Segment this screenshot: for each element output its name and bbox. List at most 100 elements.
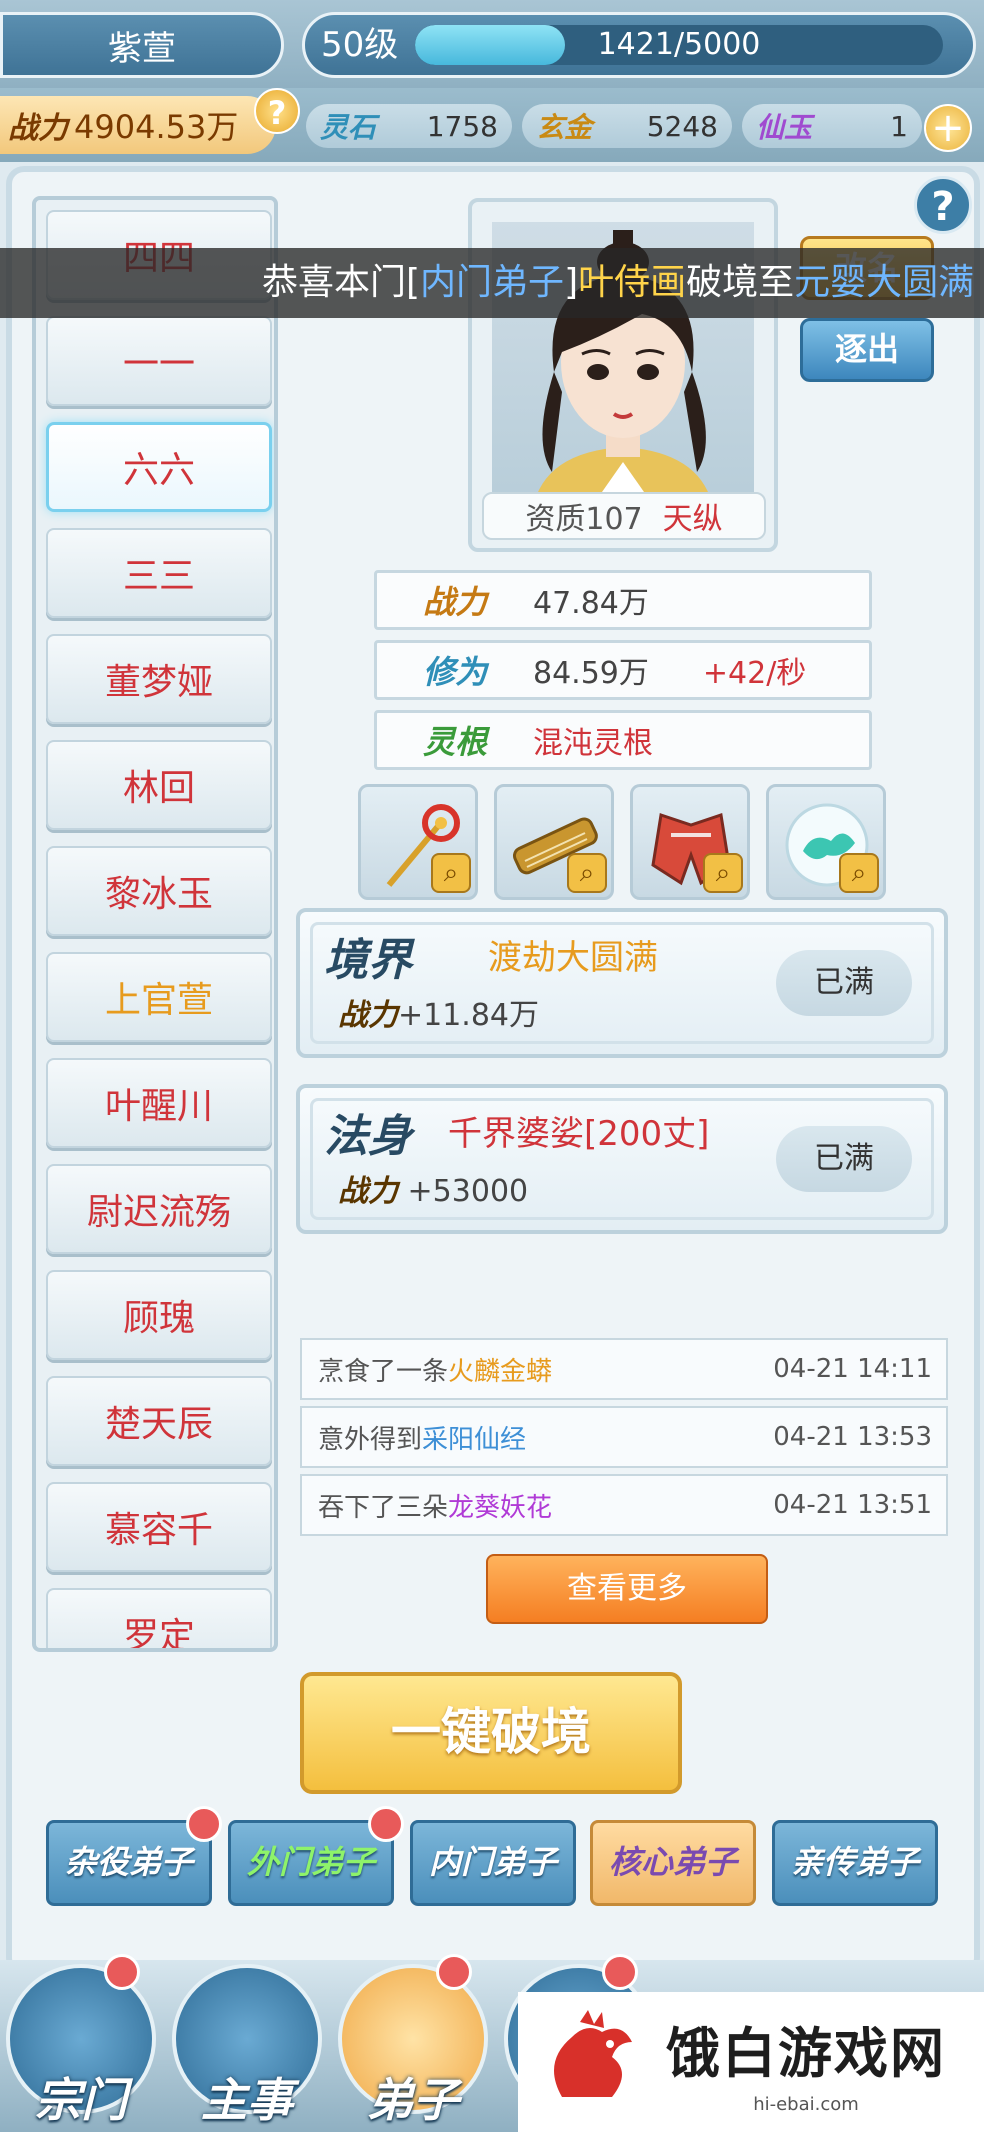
body-power: 战力 +53000 [338, 1166, 528, 1210]
notice-rank: 内门弟子 [420, 262, 565, 303]
nav-affairs-label: 主事 [201, 2073, 293, 2127]
help-icon[interactable]: ? [914, 176, 972, 234]
equip-slot-weapon[interactable]: ⌕ [358, 784, 478, 900]
body-value: 千界婆娑[200丈] [448, 1114, 710, 1154]
breakthrough-button[interactable]: 一键破境 [300, 1672, 682, 1794]
notice-realm: 元婴大圆满 [794, 262, 975, 303]
equip-slot-robe[interactable]: ⌕ [630, 784, 750, 900]
talent-badge: 天纵 [662, 502, 723, 537]
lingshi-resource: 灵石 1758 [306, 104, 512, 148]
nav-sect-notification-dot [104, 1954, 140, 1990]
disciple-list-item[interactable]: 叶醒川 [46, 1058, 272, 1148]
event-log-prefix: 意外得到 [318, 1424, 423, 1455]
player-name[interactable]: 紫萱 [0, 12, 284, 78]
event-log-item: 龙葵妖花 [448, 1492, 553, 1523]
tab-personal[interactable]: 亲传弟子 [772, 1820, 938, 1906]
power-value: 4904.53万 [74, 108, 239, 146]
stat-cultivation-value: 84.59万 [533, 656, 649, 691]
tab-outer[interactable]: 外门弟子 [228, 1820, 394, 1906]
tab-core[interactable]: 核心弟子 [590, 1820, 756, 1906]
tab-inner[interactable]: 内门弟子 [410, 1820, 576, 1906]
disciple-list-item[interactable]: 董梦娅 [46, 634, 272, 724]
lingshi-value: 1758 [426, 109, 498, 143]
body-full-button[interactable]: 已满 [776, 1126, 912, 1192]
notice-action: 破境至 [686, 262, 795, 303]
disciple-list-item[interactable]: 三三 [46, 528, 272, 618]
disciple-list-item[interactable]: 慕容千 [46, 1482, 272, 1572]
event-log-time: 04-21 13:53 [773, 1422, 932, 1452]
site-watermark: 饿白游戏网 hi-ebai.com [518, 1992, 984, 2132]
xuanjin-value: 5248 [646, 109, 718, 143]
nav-disciples-notification-dot [436, 1954, 472, 1990]
aptitude-value: 资质107 [525, 502, 643, 537]
realm-card: 境界 渡劫大圆满 战力+11.84万 已满 [296, 908, 948, 1058]
disciple-list-item[interactable]: 上官萱 [46, 952, 272, 1042]
disciple-list-item[interactable]: 黎冰玉 [46, 846, 272, 936]
stat-root: 灵根 混沌灵根 [374, 710, 872, 770]
disciple-list-item[interactable]: 尉迟流殇 [46, 1164, 272, 1254]
dharma-body-card: 法身 千界婆娑[200丈] 战力 +53000 已满 [296, 1084, 948, 1234]
tab-servant[interactable]: 杂役弟子 [46, 1820, 212, 1906]
event-log-item: 火麟金蟒 [448, 1356, 553, 1387]
watermark-brand: 饿白游戏网 [666, 2022, 946, 2085]
stat-cultivation-rate: +42/秒 [702, 656, 807, 691]
event-log-row: 吞下了三朵龙葵妖花 04-21 13:51 [300, 1474, 948, 1536]
equip-slot-instrument[interactable]: ⌕ [494, 784, 614, 900]
rooster-logo-icon [554, 2010, 632, 2097]
magnifier-icon: ⌕ [703, 853, 743, 893]
disciple-list-item[interactable]: 林回 [46, 740, 272, 830]
event-log-time: 04-21 14:11 [773, 1354, 932, 1384]
total-power: 战力 4904.53万 [0, 96, 276, 154]
realm-full-button[interactable]: 已满 [776, 950, 912, 1016]
stat-power-label: 战力 [422, 583, 487, 621]
add-currency-button[interactable]: + [924, 104, 972, 152]
stat-root-label: 灵根 [422, 723, 487, 761]
watermark-url: hi-ebai.com [753, 2094, 859, 2115]
stat-cultivation: 修为 84.59万 +42/秒 [374, 640, 872, 700]
equip-slot-orb[interactable]: ⌕ [766, 784, 886, 900]
magnifier-icon: ⌕ [431, 853, 471, 893]
stat-cultivation-label: 修为 [422, 653, 487, 691]
disciple-list-item[interactable]: 楚天辰 [46, 1376, 272, 1466]
power-help-icon[interactable]: ? [254, 88, 300, 134]
event-log-text: 吞下了三朵龙葵妖花 [318, 1487, 552, 1524]
xuanjin-label: 玄金 [536, 111, 593, 144]
notice-mid: ] [564, 262, 579, 303]
xuanjin-resource: 玄金 5248 [522, 104, 732, 148]
event-log-prefix: 烹食了一条 [318, 1356, 449, 1387]
body-title: 法身 [324, 1111, 412, 1162]
body-power-value: +53000 [407, 1174, 529, 1209]
disciple-list-item[interactable]: 一一 [46, 316, 272, 406]
announcement-banner: 恭喜本门[内门弟子]叶侍画破境至元婴大圆满 [0, 248, 984, 318]
stat-root-value: 混沌灵根 [533, 726, 653, 761]
disciple-list-item[interactable]: 六六 [46, 422, 272, 512]
exp-progress-bar: 1421/5000 [415, 25, 943, 65]
nav-disciples-label: 弟子 [367, 2073, 459, 2127]
disciple-list-item[interactable]: 顾瑰 [46, 1270, 272, 1360]
realm-power-label: 战力 [338, 998, 398, 1033]
magnifier-icon: ⌕ [567, 853, 607, 893]
expel-button[interactable]: 逐出 [800, 318, 934, 382]
realm-power-value: +11.84万 [398, 998, 540, 1033]
stat-power-value: 47.84万 [533, 586, 649, 621]
event-log-prefix: 吞下了三朵 [318, 1492, 449, 1523]
event-log-text: 意外得到采阳仙经 [318, 1419, 526, 1456]
realm-title: 境界 [324, 935, 412, 986]
disciple-list[interactable]: 四四一一六六三三董梦娅林回黎冰玉上官萱叶醒川尉迟流殇顾瑰楚天辰慕容千罗定 [32, 196, 278, 1652]
view-more-button[interactable]: 查看更多 [486, 1554, 768, 1624]
lingshi-label: 灵石 [320, 111, 377, 144]
nav-more-notification-dot [602, 1954, 638, 1990]
stat-power: 战力 47.84万 [374, 570, 872, 630]
xianyu-resource: 仙玉 1 [742, 104, 922, 148]
body-power-label: 战力 [338, 1174, 398, 1209]
magnifier-icon: ⌕ [839, 853, 879, 893]
event-log-row: 烹食了一条火麟金蟒 04-21 14:11 [300, 1338, 948, 1400]
nav-sect-label: 宗门 [35, 2073, 127, 2127]
exp-text: 1421/5000 [597, 27, 761, 62]
disciple-list-item[interactable]: 罗定 [46, 1588, 272, 1648]
xianyu-label: 仙玉 [756, 111, 813, 144]
event-log-row: 意外得到采阳仙经 04-21 13:53 [300, 1406, 948, 1468]
level-label: 50级 [321, 25, 399, 65]
xianyu-value: 1 [890, 109, 908, 143]
event-log-time: 04-21 13:51 [773, 1490, 932, 1520]
